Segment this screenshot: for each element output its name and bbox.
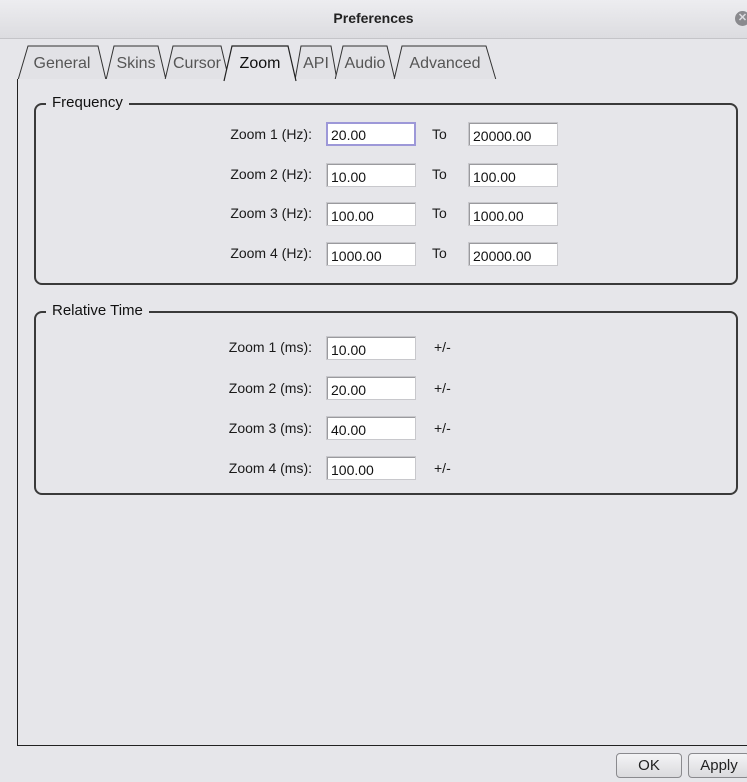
freq-zoom3-to-label: To [432, 205, 447, 221]
tab-advanced[interactable]: Advanced [393, 45, 497, 81]
freq-zoom1-to-input[interactable] [468, 122, 558, 146]
freq-zoom3-label: Zoom 3 (Hz): [230, 205, 312, 221]
time-zoom2-label: Zoom 2 (ms): [228, 380, 312, 396]
time-zoom2-plusminus: +/- [434, 380, 451, 396]
frequency-group-title: Frequency [46, 94, 129, 111]
tab-zoom[interactable]: Zoom [223, 45, 297, 82]
time-zoom4-label: Zoom 4 (ms): [228, 460, 312, 476]
freq-zoom3-from-input[interactable] [326, 202, 416, 226]
tab-skins[interactable]: Skins [105, 45, 167, 81]
window-title: Preferences [333, 10, 414, 26]
time-zoom3-label: Zoom 3 (ms): [228, 420, 312, 436]
time-zoom1-plusminus: +/- [434, 339, 451, 355]
freq-zoom2-from-input[interactable] [326, 163, 416, 187]
tab-cursor[interactable]: Cursor [164, 45, 230, 81]
tab-general[interactable]: General [17, 45, 107, 81]
time-zoom3-input[interactable] [326, 416, 416, 440]
freq-zoom1-label: Zoom 1 (Hz): [230, 126, 312, 142]
time-zoom2-input[interactable] [326, 376, 416, 400]
apply-button[interactable]: Apply [688, 753, 747, 778]
freq-zoom4-from-input[interactable] [326, 242, 416, 266]
freq-zoom1-from-input[interactable] [326, 122, 416, 146]
freq-zoom3-to-input[interactable] [468, 202, 558, 226]
relative-time-group-title: Relative Time [46, 302, 149, 319]
freq-zoom4-label: Zoom 4 (Hz): [230, 245, 312, 261]
freq-zoom4-to-label: To [432, 245, 447, 261]
freq-zoom2-to-input[interactable] [468, 163, 558, 187]
ok-button[interactable]: OK [616, 753, 682, 778]
time-zoom1-input[interactable] [326, 336, 416, 360]
tab-audio[interactable]: Audio [334, 45, 396, 81]
tab-panel-zoom: Frequency Zoom 1 (Hz): To Zoom 2 (Hz): T… [17, 79, 747, 746]
relative-time-group: Relative Time Zoom 1 (ms): +/- Zoom 2 (m… [34, 302, 738, 495]
time-zoom3-plusminus: +/- [434, 420, 451, 436]
freq-zoom2-label: Zoom 2 (Hz): [230, 166, 312, 182]
time-zoom4-plusminus: +/- [434, 460, 451, 476]
frequency-group: Frequency Zoom 1 (Hz): To Zoom 2 (Hz): T… [34, 94, 738, 285]
close-icon[interactable]: ✕ [735, 11, 747, 26]
tab-api[interactable]: API [294, 45, 338, 81]
freq-zoom2-to-label: To [432, 166, 447, 182]
freq-zoom4-to-input[interactable] [468, 242, 558, 266]
title-bar: Preferences ✕ [0, 0, 747, 39]
time-zoom1-label: Zoom 1 (ms): [228, 339, 312, 355]
freq-zoom1-to-label: To [432, 126, 447, 142]
time-zoom4-input[interactable] [326, 456, 416, 480]
